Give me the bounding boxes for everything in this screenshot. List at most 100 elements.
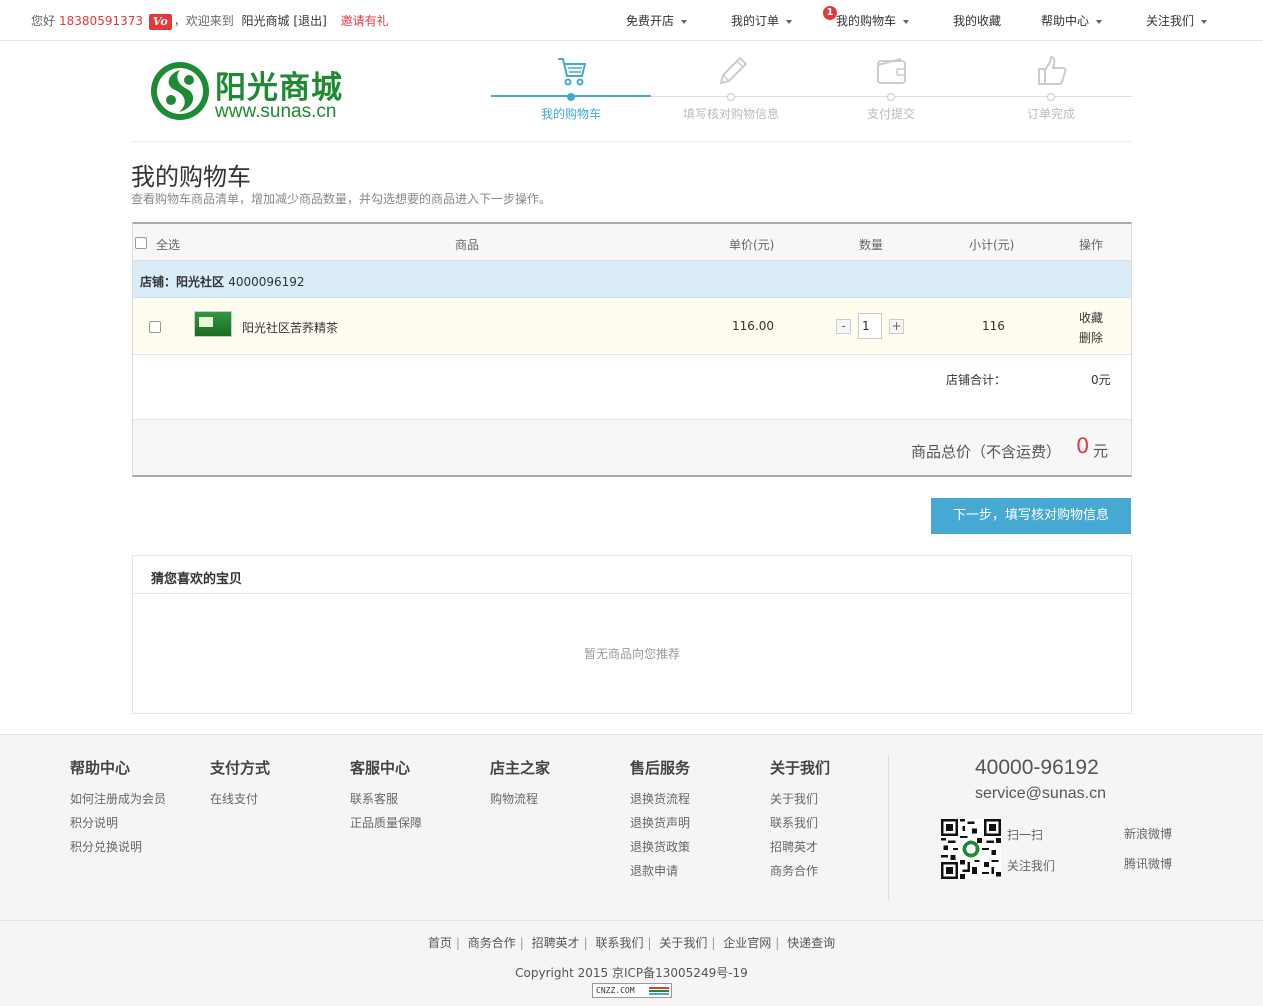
shop-total-value: 0元 [1091, 373, 1111, 387]
footer-link[interactable]: 退换货流程 [630, 787, 770, 811]
step-dot [887, 93, 895, 101]
quantity-plus-button[interactable]: + [889, 318, 904, 334]
step-order-complete: 订单完成 [971, 42, 1131, 142]
menu-free-shop-label: 免费开店 [626, 14, 675, 28]
next-step-button[interactable]: 下一步，填写核对购物信息 [931, 498, 1131, 534]
footer-col-title: 客服中心 [350, 759, 411, 777]
footer-col-title: 关于我们 [770, 759, 831, 777]
chevron-down-icon [903, 19, 910, 24]
chevron-down-icon [1096, 19, 1103, 24]
menu-my-favorites-label: 我的收藏 [953, 14, 1002, 28]
grand-total-row: 商品总价（不含运费） 0 元 [133, 420, 1131, 475]
select-all-checkbox[interactable] [135, 235, 147, 249]
recommendations-panel: 猜您喜欢的宝贝 暂无商品向您推荐 [132, 555, 1132, 714]
menu-help-center[interactable]: 帮助中心 [1041, 12, 1103, 29]
cnzz-stats-badge[interactable]: CNZZ.COM [592, 983, 672, 998]
bottom-link-about[interactable]: 关于我们 [659, 936, 707, 950]
footer-link[interactable]: 在线支付 [210, 787, 350, 811]
bottom-link-corporate[interactable]: 企业官网 [723, 936, 771, 950]
footer-col-payment: 支付方式 在线支付 [210, 757, 350, 811]
footer-link[interactable]: 正品质量保障 [350, 811, 490, 835]
footer-link[interactable]: 退换货声明 [630, 811, 770, 835]
footer-link[interactable]: 积分说明 [70, 811, 210, 835]
invite-link[interactable]: 邀请有礼 [341, 14, 389, 28]
step-label: 填写核对购物信息 [682, 107, 779, 121]
footer-col-shop-owner: 店主之家 购物流程 [490, 757, 630, 811]
shop-label: 店铺：阳光社区 [140, 275, 225, 289]
menu-my-cart-label: 我的购物车 [836, 14, 897, 28]
footer-link[interactable]: 联系客服 [350, 787, 490, 811]
welcome-text: ，欢迎来到 [173, 14, 234, 28]
link-separator: | [583, 936, 588, 950]
footer-link[interactable]: 退款申请 [630, 859, 770, 883]
cart-table-header: 全选 商品 单价(元) 数量 小计(元) 操作 [133, 224, 1131, 261]
grand-total-value: 0 [1076, 434, 1090, 458]
tencent-weibo-link[interactable]: 腾讯微博 [1124, 855, 1172, 872]
step-label: 订单完成 [1026, 107, 1075, 121]
footer-col-about: 关于我们 关于我们 联系我们 招聘英才 商务合作 [770, 757, 910, 883]
cnzz-label: CNZZ.COM [596, 986, 635, 995]
footer-col-title: 帮助中心 [70, 759, 131, 777]
site-logo[interactable]: 阳光商城 www.sunas.cn [149, 58, 359, 124]
shop-subtotal-row: 店铺合计： 0元 [133, 355, 1131, 420]
menu-my-favorites[interactable]: 我的收藏 [953, 12, 1001, 29]
delete-link[interactable]: 删除 [1079, 329, 1103, 346]
user-phone-link[interactable]: 18380591373 [59, 14, 143, 28]
vip-badge-icon: Vo [148, 14, 172, 30]
cnzz-stripe-icon [649, 987, 669, 989]
menu-my-orders[interactable]: 我的订单 [731, 12, 793, 29]
top-bar: 您好 18380591373 Vo ，欢迎来到 阳光商城 [退出] 邀请有礼 免费开… [0, 0, 1263, 41]
greeting-text: 您好 [31, 14, 56, 28]
footer-link[interactable]: 购物流程 [490, 787, 630, 811]
page-title: 我的购物车 [131, 163, 251, 191]
footer-email[interactable]: service@sunas.cn [975, 785, 1106, 803]
qr-code-icon [941, 819, 1001, 879]
footer-link[interactable]: 如何注册成为会员 [70, 787, 210, 811]
recommendations-empty: 暂无商品向您推荐 [583, 647, 680, 661]
sina-weibo-link[interactable]: 新浪微博 [1124, 825, 1172, 842]
step-dot [1047, 93, 1055, 101]
cnzz-stripe-icon [649, 990, 669, 992]
shop-row: 店铺：阳光社区 4000096192 [133, 261, 1131, 298]
footer-link[interactable]: 联系我们 [770, 811, 910, 835]
recommendations-title: 猜您喜欢的宝贝 [133, 556, 1131, 594]
shop-phone: 4000096192 [228, 275, 305, 289]
menu-my-cart[interactable]: 1 我的购物车 [823, 6, 910, 29]
link-separator: | [647, 936, 652, 950]
grand-total-currency: 元 [1093, 442, 1109, 460]
product-thumbnail[interactable] [194, 311, 232, 337]
step-label: 我的购物车 [540, 107, 601, 121]
quantity-minus-button[interactable]: - [836, 318, 851, 334]
bottom-link-contact[interactable]: 联系我们 [595, 936, 643, 950]
logout-link[interactable]: [退出] [293, 14, 326, 28]
header: 阳光商城 www.sunas.cn 我的购物车 填写核对购物信息 支付提交 订单… [131, 42, 1132, 142]
menu-follow-us[interactable]: 关注我们 [1146, 12, 1208, 29]
bottom-link-jobs[interactable]: 招聘英才 [532, 936, 580, 950]
footer-link[interactable]: 积分兑换说明 [70, 835, 210, 859]
site-name-link[interactable]: 阳光商城 [242, 14, 290, 28]
bottom-link-business[interactable]: 商务合作 [468, 936, 516, 950]
quantity-input[interactable]: 1 [858, 313, 882, 339]
page-subtitle: 查看购物车商品清单，增加减少商品数量，并勾选想要的商品进入下一步操作。 [131, 192, 552, 206]
footer-link[interactable]: 招聘英才 [770, 835, 910, 859]
footer-col-title: 售后服务 [630, 759, 691, 777]
step-my-cart: 我的购物车 [491, 42, 651, 142]
link-separator: | [455, 936, 460, 950]
bottom-link-express[interactable]: 快递查询 [787, 936, 835, 950]
grand-total-label: 商品总价（不含运费） [911, 443, 1062, 461]
footer-link[interactable]: 关于我们 [770, 787, 910, 811]
wallet-icon [877, 58, 906, 84]
product-name-link[interactable]: 阳光社区苦荞精茶 [242, 319, 338, 336]
item-checkbox[interactable] [149, 319, 161, 333]
menu-my-orders-label: 我的订单 [731, 14, 780, 28]
footer-link[interactable]: 商务合作 [770, 859, 910, 883]
footer-link[interactable]: 退换货政策 [630, 835, 770, 859]
cart-icon [558, 58, 587, 86]
logo-url: www.sunas.cn [215, 101, 337, 122]
footer-col-service: 客服中心 联系客服 正品质量保障 [350, 757, 490, 835]
step-dot [567, 93, 575, 101]
menu-free-shop[interactable]: 免费开店 [626, 12, 688, 29]
step-fill-info: 填写核对购物信息 [651, 42, 811, 142]
bottom-link-home[interactable]: 首页 [428, 936, 452, 950]
favorite-link[interactable]: 收藏 [1079, 309, 1103, 326]
